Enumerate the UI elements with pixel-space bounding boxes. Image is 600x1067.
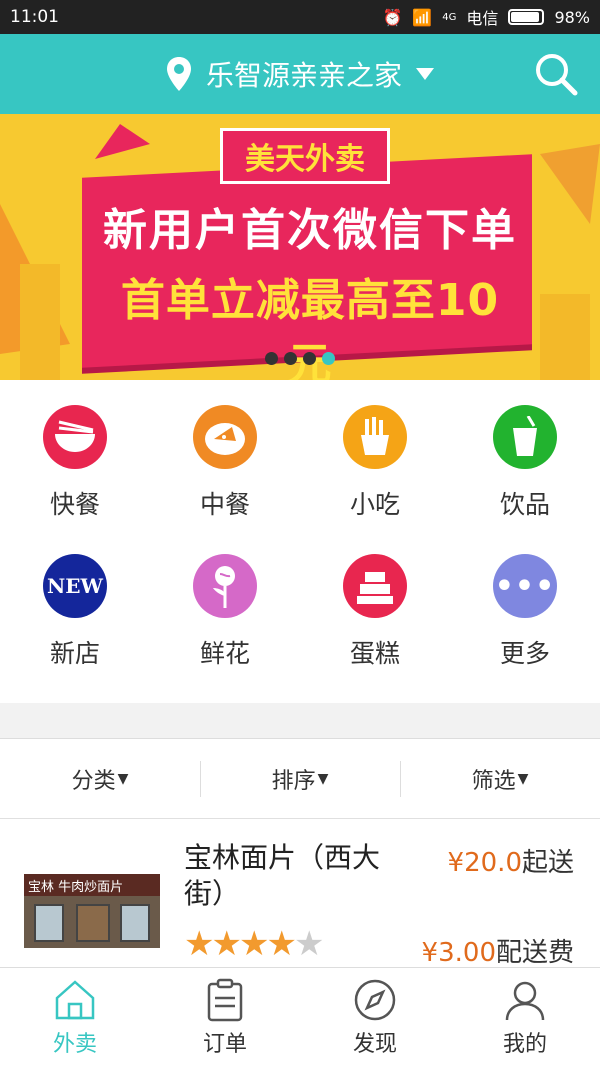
rose-icon [193,554,257,618]
delivery-fee-suffix: 配送费 [495,938,574,968]
caret-down-icon: ▼ [517,770,529,787]
battery-level: 98% [554,7,590,27]
filter-category-dropdown[interactable]: 分类 ▼ [0,739,200,818]
app-header: 乐智源亲亲之家 [0,34,600,114]
min-order-price: ¥20.0起送 [448,842,574,879]
shop-list-item[interactable]: 宝林 牛肉炒面片 宝林面片（西大街） ¥20.0起送 ★★★★★ ¥3.00配送… [0,820,600,968]
chevron-down-icon [416,68,434,80]
category-flowers[interactable]: 鲜花 [150,554,300,703]
category-label: 新店 [49,639,100,668]
tab-takeout[interactable]: 外卖 [0,968,150,1067]
section-divider [0,703,600,739]
filter-screen-dropdown[interactable]: 筛选 ▼ [400,739,600,818]
compass-icon [354,979,396,1020]
shop-thumbnail: 宝林 牛肉炒面片 [24,874,160,948]
new-badge-icon: NEW [43,554,107,618]
category-label: 饮品 [499,490,550,519]
category-snacks[interactable]: 小吃 [300,405,450,554]
caret-down-icon: ▼ [117,770,129,787]
category-label: 蛋糕 [349,639,400,668]
more-dots-icon: ••• [493,554,557,618]
caret-down-icon: ▼ [317,770,329,787]
star-filled-icon: ★ [184,924,215,964]
drink-cup-icon [493,405,557,469]
pagination-dot[interactable] [303,352,316,365]
user-icon [505,981,545,1020]
banner-headline: 新用户首次微信下单 [103,205,517,256]
delivery-fee-value: ¥3.00 [421,938,496,968]
banner-brand-tag: 美天外卖 [220,128,390,184]
tab-profile[interactable]: 我的 [450,968,600,1067]
search-icon[interactable] [534,52,578,96]
filter-label: 分类 [71,768,116,794]
tab-label: 外卖 [52,1031,97,1057]
category-cakes[interactable]: 蛋糕 [300,554,450,703]
star-empty-icon: ★ [293,924,325,964]
banner-pagination [0,352,600,365]
pagination-dot[interactable] [265,352,278,365]
promo-banner[interactable]: 美天外卖 新用户首次微信下单 首单立减最高至10元 [0,114,600,380]
min-order-value: ¥20.0 [447,848,522,878]
battery-icon [508,9,545,25]
tab-label: 订单 [202,1031,247,1057]
tab-orders[interactable]: 订单 [150,968,300,1067]
filter-bar: 分类 ▼ 排序 ▼ 筛选 ▼ [0,739,600,819]
min-order-suffix: 起送 [521,848,574,878]
filter-label: 筛选 [471,768,516,794]
network-type: 4G [442,11,457,23]
category-label: 中餐 [199,490,250,519]
category-more[interactable]: ••• 更多 [450,554,600,703]
location-selector[interactable]: 乐智源亲亲之家 [166,54,434,94]
star-filled-icon: ★ [238,924,270,964]
status-time: 11:01 [10,7,59,27]
category-label: 快餐 [49,490,100,519]
pizza-plate-icon [193,405,257,469]
tab-label: 发现 [352,1031,397,1057]
pagination-dot[interactable] [284,352,297,365]
location-pin-icon [166,57,191,91]
tab-label: 我的 [502,1031,547,1057]
tab-discover[interactable]: 发现 [300,968,450,1067]
category-new-stores[interactable]: NEW 新店 [0,554,150,703]
bottom-tab-bar: 外卖 订单 发现 我的 [0,967,600,1067]
star-filled-icon: ★ [266,924,297,964]
home-icon [55,979,95,1019]
bowl-chopsticks-icon [43,405,107,469]
fries-icon [343,405,407,469]
star-filled-icon: ★ [211,924,242,964]
cake-icon [343,554,407,618]
category-chinese-food[interactable]: 中餐 [150,405,300,554]
category-label: 更多 [499,639,550,668]
category-label: 小吃 [349,490,400,519]
shop-thumbnail-sign: 宝林 牛肉炒面片 [24,874,160,896]
filter-sort-dropdown[interactable]: 排序 ▼ [200,739,400,818]
location-name: 乐智源亲亲之家 [205,59,402,92]
delivery-fee: ¥3.00配送费 [422,932,574,969]
filter-label: 排序 [271,768,316,794]
carrier-name: 电信 [466,9,499,28]
wifi-icon: 📶 [412,7,433,27]
clipboard-icon [207,978,243,1021]
rating-stars: ★★★★★ [184,924,325,964]
category-drinks[interactable]: 饮品 [450,405,600,554]
status-bar: 11:01 ⏰ 📶 4G 电信 98% [0,0,600,34]
category-fast-food[interactable]: 快餐 [0,405,150,554]
category-label: 鲜花 [199,639,250,668]
shop-name: 宝林面片（西大街） [184,841,381,910]
pagination-dot-active[interactable] [322,352,335,365]
category-grid: 快餐 中餐 小吃 饮品 NEW 新店 鲜花 蛋糕 ••• 更多 [0,380,600,703]
alarm-icon: ⏰ [382,7,403,27]
